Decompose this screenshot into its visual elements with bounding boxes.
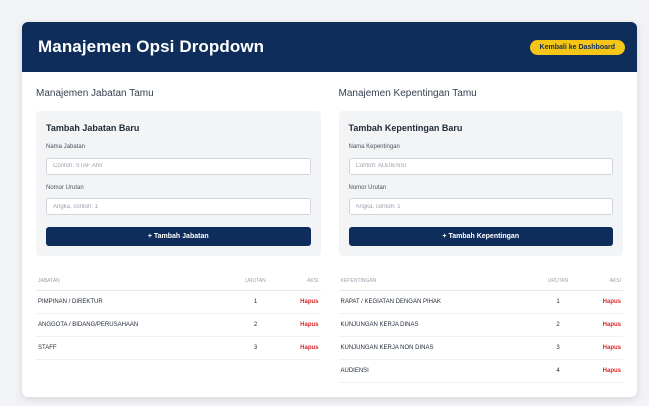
row-order: 3 [230, 336, 281, 360]
column-header-order: Urutan [230, 272, 281, 291]
row-name: STAFF [36, 336, 231, 360]
kepentingan-section-title: Manajemen Kepentingan Tamu [338, 88, 477, 99]
table-row: STAFF 3 Hapus [36, 336, 321, 360]
row-name: AUDIENSI [338, 359, 533, 383]
jabatan-form-title: Tambah Jabatan Baru [46, 123, 140, 133]
kepentingan-name-input[interactable] [348, 157, 613, 175]
delete-button[interactable]: Hapus [603, 299, 621, 305]
jabatan-section: Manajemen Jabatan Tamu Tambah Jabatan Ba… [36, 72, 321, 383]
delete-button[interactable]: Hapus [300, 322, 318, 328]
kepentingan-form: Tambah Kepentingan Baru Nama Kepentingan… [338, 111, 623, 256]
column-header-action: Aksi [583, 272, 623, 291]
row-name: RAPAT / KEGIATAN DENGAN PIHAK [338, 290, 533, 314]
row-order: 1 [230, 290, 281, 314]
table-row: RAPAT / KEGIATAN DENGAN PIHAK 1 Hapus [338, 290, 623, 314]
page-title: Manajemen Opsi Dropdown [38, 37, 265, 56]
row-name: PIMPINAN / DIREKTUR [36, 290, 231, 314]
main-card: Manajemen Opsi Dropdown Kembali ke Dashb… [22, 22, 637, 397]
page-header: Manajemen Opsi Dropdown Kembali ke Dashb… [22, 22, 637, 72]
jabatan-order-label: Nomor Urutan [46, 184, 84, 191]
back-to-dashboard-button[interactable]: Kembali ke Dashboard [529, 39, 625, 55]
delete-button[interactable]: Hapus [603, 345, 621, 351]
kepentingan-order-input[interactable] [348, 198, 613, 215]
table-row: AUDIENSI 4 Hapus [338, 359, 623, 383]
columns: Manajemen Jabatan Tamu Tambah Jabatan Ba… [22, 72, 637, 383]
kepentingan-order-label: Nomor Urutan [348, 184, 387, 191]
add-kepentingan-button[interactable]: + Tambah Kepentingan [348, 227, 613, 246]
jabatan-section-title: Manajemen Jabatan Tamu [36, 88, 154, 99]
table-row: ANGGOTA / BIDANG/PERUSAHAAN 2 Hapus [36, 313, 321, 337]
column-header-name: Jabatan [36, 272, 231, 291]
kepentingan-table: Kepentingan Urutan Aksi RAPAT / KEGIATAN… [338, 272, 623, 383]
jabatan-table: Jabatan Urutan Aksi PIMPINAN / DIREKTUR … [36, 272, 321, 360]
row-order: 2 [230, 313, 281, 337]
row-order: 2 [533, 313, 583, 337]
jabatan-name-label: Nama Jabatan [46, 144, 86, 150]
table-header-row: Jabatan Urutan Aksi [36, 272, 321, 291]
delete-button[interactable]: Hapus [603, 322, 621, 328]
add-jabatan-button[interactable]: + Tambah Jabatan [46, 227, 311, 246]
kepentingan-section: Manajemen Kepentingan Tamu Tambah Kepent… [338, 72, 623, 383]
column-header-name: Kepentingan [338, 272, 533, 291]
table-row: KUNJUNGAN KERJA DINAS 2 Hapus [338, 313, 623, 337]
table-row: PIMPINAN / DIREKTUR 1 Hapus [36, 290, 321, 314]
row-order: 1 [533, 290, 583, 314]
jabatan-name-input[interactable] [46, 157, 311, 175]
column-header-action: Aksi [280, 272, 321, 291]
table-header-row: Kepentingan Urutan Aksi [338, 272, 623, 291]
row-name: KUNJUNGAN KERJA DINAS [338, 313, 533, 337]
row-name: ANGGOTA / BIDANG/PERUSAHAAN [36, 313, 231, 337]
row-name: KUNJUNGAN KERJA NON DINAS [338, 336, 533, 360]
kepentingan-name-label: Nama Kepentingan [348, 144, 400, 150]
delete-button[interactable]: Hapus [603, 368, 621, 374]
jabatan-order-input[interactable] [46, 198, 311, 215]
row-order: 3 [533, 336, 583, 360]
jabatan-form: Tambah Jabatan Baru Nama Jabatan Nomor U… [36, 111, 321, 256]
column-header-order: Urutan [533, 272, 583, 291]
row-order: 4 [533, 359, 583, 383]
table-row: KUNJUNGAN KERJA NON DINAS 3 Hapus [338, 336, 623, 360]
delete-button[interactable]: Hapus [300, 299, 318, 305]
kepentingan-form-title: Tambah Kepentingan Baru [348, 123, 463, 133]
delete-button[interactable]: Hapus [300, 345, 318, 351]
